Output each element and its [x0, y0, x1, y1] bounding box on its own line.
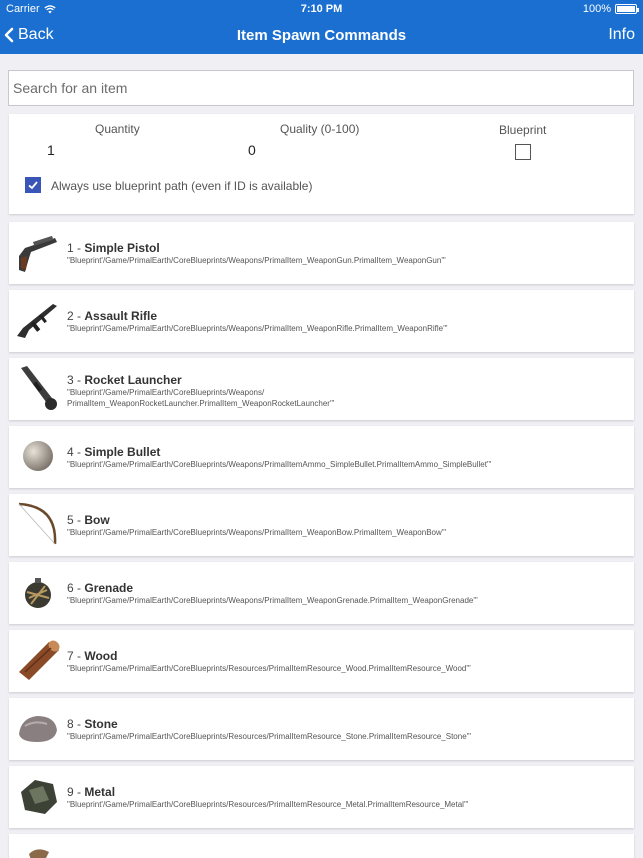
item-path: "Blueprint'/Game/PrimalEarth/CoreBluepri…	[67, 459, 627, 470]
list-item[interactable]: 2 - Assault Rifle "Blueprint'/Game/Prima…	[9, 290, 634, 352]
battery-icon	[615, 4, 639, 14]
bullet-icon	[23, 441, 53, 471]
item-path-line: "Blueprint'/Game/PrimalEarth/CoreBluepri…	[67, 732, 472, 741]
blueprint-label: Blueprint	[499, 123, 547, 137]
item-title: 2 - Assault Rifle	[67, 309, 157, 323]
search-box	[8, 70, 634, 106]
search-input[interactable]	[9, 71, 633, 105]
item-name: Rocket Launcher	[84, 373, 182, 387]
item-path-line: "Blueprint'/Game/PrimalEarth/CoreBluepri…	[67, 528, 447, 537]
stone-icon	[19, 716, 57, 742]
list-item[interactable]: 9 - Metal "Blueprint'/Game/PrimalEarth/C…	[9, 766, 634, 828]
item-title: 3 - Rocket Launcher	[67, 373, 182, 387]
item-name: Metal	[84, 785, 116, 799]
item-path-line: "Blueprint'/Game/PrimalEarth/CoreBluepri…	[67, 800, 469, 809]
list-item[interactable]: 5 - Bow "Blueprint'/Game/PrimalEarth/Cor…	[9, 494, 634, 556]
quantity-label: Quantity	[95, 122, 140, 136]
status-bar: Carrier 7:10 PM 100%	[0, 0, 643, 18]
list-item[interactable]: 1 - Simple Pistol "Blueprint'/Game/Prima…	[9, 222, 634, 284]
item-icon	[29, 849, 49, 858]
item-path-line: "Blueprint'/Game/PrimalEarth/CoreBluepri…	[67, 596, 478, 605]
item-name: Grenade	[84, 581, 134, 595]
page-title: Item Spawn Commands	[236, 27, 407, 44]
item-number: 4 -	[67, 445, 82, 459]
item-path: "Blueprint'/Game/PrimalEarth/CoreBluepri…	[67, 731, 627, 742]
item-name: Simple Pistol	[84, 241, 160, 255]
list-item[interactable]: 3 - Rocket Launcher "Blueprint'/Game/Pri…	[9, 358, 634, 420]
item-path-line: "Blueprint'/Game/PrimalEarth/CoreBluepri…	[67, 664, 471, 673]
item-number: 3 -	[67, 373, 82, 387]
list-item[interactable]: 6 - Grenade "Blueprint'/Game/PrimalEarth…	[9, 562, 634, 624]
item-path-line: "Blueprint'/Game/PrimalEarth/CoreBluepri…	[67, 324, 448, 333]
item-title: 7 - Wood	[67, 649, 117, 663]
item-title: 5 - Bow	[67, 513, 110, 527]
wood-icon	[19, 640, 60, 680]
battery-percent: 100%	[582, 3, 611, 15]
item-number: 7 -	[67, 649, 82, 663]
blueprint-checkbox[interactable]	[515, 144, 531, 160]
item-name: Stone	[84, 717, 118, 731]
quantity-field[interactable]: 1	[47, 142, 55, 158]
rifle-icon	[17, 304, 57, 338]
item-number: 9 -	[67, 785, 82, 799]
item-number: 8 -	[67, 717, 82, 731]
item-path: "Blueprint'/Game/PrimalEarth/CoreBluepri…	[67, 387, 627, 409]
list-item[interactable]: 7 - Wood "Blueprint'/Game/PrimalEarth/Co…	[9, 630, 634, 692]
list-item[interactable]: 4 - Simple Bullet "Blueprint'/Game/Prima…	[9, 426, 634, 488]
bow-icon	[18, 502, 57, 545]
grenade-icon	[25, 578, 51, 608]
item-name: Wood	[84, 649, 118, 663]
rocket-launcher-icon	[21, 366, 57, 410]
navigation-bar: Back Item Spawn Commands Info	[0, 18, 643, 54]
item-path: "Blueprint'/Game/PrimalEarth/CoreBluepri…	[67, 663, 627, 674]
item-title: 4 - Simple Bullet	[67, 445, 160, 459]
clock: 7:10 PM	[300, 3, 343, 15]
always-blueprint-checkbox[interactable]	[25, 177, 41, 193]
battery-indicator: 100%	[582, 3, 639, 15]
item-path: "Blueprint'/Game/PrimalEarth/CoreBluepri…	[67, 799, 627, 810]
metal-icon	[21, 780, 57, 814]
always-blueprint-label: Always use blueprint path (even if ID is…	[51, 179, 313, 193]
item-path: "Blueprint'/Game/PrimalEarth/CoreBluepri…	[67, 255, 627, 266]
info-button[interactable]: Info	[608, 26, 635, 44]
item-path-line: "Blueprint'/Game/PrimalEarth/CoreBluepri…	[67, 460, 492, 469]
item-number: 1 -	[67, 241, 82, 255]
item-number: 2 -	[67, 309, 82, 323]
item-number: 6 -	[67, 581, 82, 595]
item-name: Bow	[84, 513, 110, 527]
item-number: 5 -	[67, 513, 82, 527]
list-item[interactable]	[9, 834, 634, 858]
item-path: "Blueprint'/Game/PrimalEarth/CoreBluepri…	[67, 323, 627, 334]
quality-label: Quality (0-100)	[280, 122, 360, 136]
item-path-line: "Blueprint'/Game/PrimalEarth/CoreBluepri…	[67, 256, 446, 265]
checkmark-icon	[28, 181, 38, 190]
item-path-line: "Blueprint'/Game/PrimalEarth/CoreBluepri…	[67, 388, 265, 397]
item-title: 8 - Stone	[67, 717, 118, 731]
item-name: Simple Bullet	[84, 445, 161, 459]
pistol-icon	[19, 235, 57, 272]
item-path: "Blueprint'/Game/PrimalEarth/CoreBluepri…	[67, 527, 627, 538]
list-item[interactable]: 8 - Stone "Blueprint'/Game/PrimalEarth/C…	[9, 698, 634, 760]
item-title: 6 - Grenade	[67, 581, 133, 595]
spawn-settings-card: Quantity 1 Quality (0-100) 0 Blueprint A…	[9, 114, 634, 214]
quality-field[interactable]: 0	[248, 142, 256, 158]
item-path: "Blueprint'/Game/PrimalEarth/CoreBluepri…	[67, 595, 627, 606]
item-name: Assault Rifle	[84, 309, 158, 323]
item-path-line: PrimalItem_WeaponRocketLauncher.PrimalIt…	[67, 399, 335, 408]
item-title: 9 - Metal	[67, 785, 115, 799]
item-title: 1 - Simple Pistol	[67, 241, 160, 255]
